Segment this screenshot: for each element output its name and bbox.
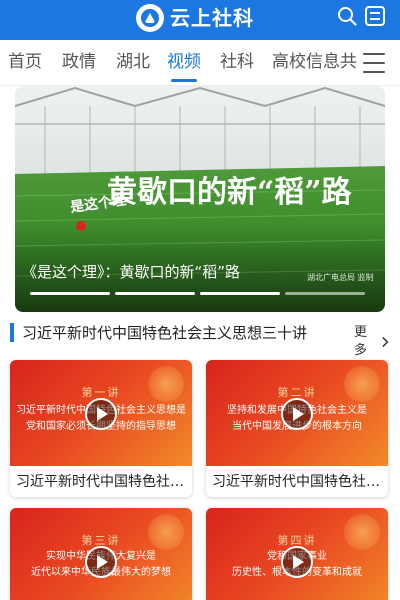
tab-video[interactable]: 视频 xyxy=(167,51,201,73)
banner-overlay-title: 黄歇口的新“稻”路 xyxy=(107,175,353,210)
app-header: 云上社科 xyxy=(0,0,400,40)
video-card[interactable]: 第一讲 习近平新时代中国特色社会主义思想是 党和国家必须长期坚持的指导思想 习近… xyxy=(10,360,192,497)
profile-card-icon xyxy=(365,6,385,26)
section-header: 习近平新时代中国特色社会主义思想三十讲 更多 xyxy=(10,322,390,358)
tab-politics[interactable]: 政情 xyxy=(62,51,96,73)
hamburger-menu-icon[interactable] xyxy=(360,50,388,76)
video-card[interactable]: 第三讲 实现中华民族伟大复兴是 近代以来中华民族最伟大的梦想 xyxy=(10,508,192,600)
play-icon[interactable] xyxy=(281,398,313,430)
section-title: 习近平新时代中国特色社会主义思想三十讲 xyxy=(22,324,308,342)
play-icon[interactable] xyxy=(85,546,117,578)
channel-nav: 首页 政情 湖北 视频 社科 高校信息共 xyxy=(0,40,400,86)
video-thumbnail: 第一讲 习近平新时代中国特色社会主义思想是 党和国家必须长期坚持的指导思想 xyxy=(10,360,192,466)
profile-button[interactable] xyxy=(362,3,388,29)
play-icon[interactable] xyxy=(281,546,313,578)
video-card[interactable]: 第四讲 党和国家事业 历史性、根本性的变革和成就 xyxy=(206,508,388,600)
play-icon[interactable] xyxy=(85,398,117,430)
video-card[interactable]: 第二讲 坚持和发展中国特色社会主义是 当代中国发展进步的根本方向 习近平新时代中… xyxy=(206,360,388,497)
video-thumbnail: 第四讲 党和国家事业 历史性、根本性的变革和成就 xyxy=(206,508,388,600)
section-accent-bar xyxy=(10,323,14,342)
logo-emblem-icon xyxy=(136,4,164,32)
more-label: 更多 xyxy=(354,325,368,358)
video-title: 习近平新时代中国特色社会主义思想... xyxy=(16,474,188,490)
video-thumbnail: 第三讲 实现中华民族伟大复兴是 近代以来中华民族最伟大的梦想 xyxy=(10,508,192,600)
banner-dot[interactable] xyxy=(285,292,365,295)
chevron-right-icon xyxy=(382,336,389,348)
search-button[interactable] xyxy=(334,3,360,29)
tab-university-info[interactable]: 高校信息共 xyxy=(272,51,357,73)
more-link[interactable]: 更多 xyxy=(354,324,390,360)
app-screen: 云上社科 首页 政情 湖北 视频 社科 高校信息共 黄歇口的新“稻”路 是这个理… xyxy=(0,0,400,600)
app-title: 云上社科 xyxy=(170,6,254,30)
channel-tabs: 首页 政情 湖北 视频 社科 高校信息共 xyxy=(0,40,358,86)
video-title: 习近平新时代中国特色社会主义思想... xyxy=(212,474,384,490)
banner-dot[interactable] xyxy=(200,292,280,295)
banner-dot[interactable] xyxy=(30,292,110,295)
search-icon xyxy=(338,7,357,26)
tab-social-science[interactable]: 社科 xyxy=(220,51,254,73)
video-thumbnail: 第二讲 坚持和发展中国特色社会主义是 当代中国发展进步的根本方向 xyxy=(206,360,388,466)
app-logo[interactable]: 云上社科 xyxy=(136,4,254,32)
banner-caption: 《是这个理》：黄歇口的新“稻”路 xyxy=(22,263,241,281)
tab-hubei[interactable]: 湖北 xyxy=(116,51,150,73)
banner-pagination xyxy=(30,292,365,296)
active-tab-indicator xyxy=(171,79,197,82)
tab-home[interactable]: 首页 xyxy=(8,51,42,73)
banner-dot[interactable] xyxy=(115,292,195,295)
